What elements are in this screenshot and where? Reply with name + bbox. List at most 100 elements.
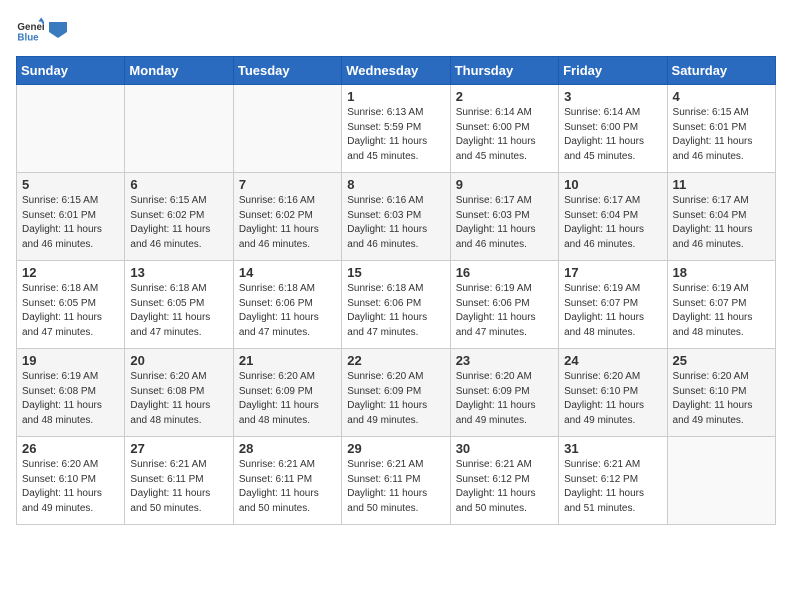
day-info: Sunrise: 6:20 AM Sunset: 6:09 PM Dayligh… [456,370,553,428]
day-info: Sunrise: 6:21 AM Sunset: 6:11 PM Dayligh… [239,458,336,516]
day-info: Sunrise: 6:20 AM Sunset: 6:09 PM Dayligh… [239,370,336,428]
calendar-cell: 24 Sunrise: 6:20 AM Sunset: 6:10 PM Dayli… [559,349,667,437]
calendar-cell: 31 Sunrise: 6:21 AM Sunset: 6:12 PM Dayli… [559,437,667,525]
calendar-cell: 23 Sunrise: 6:20 AM Sunset: 6:09 PM Dayli… [450,349,558,437]
day-number: 9 [456,177,553,192]
day-number: 30 [456,441,553,456]
day-info: Sunrise: 6:14 AM Sunset: 6:00 PM Dayligh… [456,106,553,164]
day-number: 10 [564,177,661,192]
day-info: Sunrise: 6:19 AM Sunset: 6:08 PM Dayligh… [22,370,119,428]
calendar-cell: 7 Sunrise: 6:16 AM Sunset: 6:02 PM Daylig… [233,173,341,261]
calendar-cell: 6 Sunrise: 6:15 AM Sunset: 6:02 PM Daylig… [125,173,233,261]
calendar-cell [233,85,341,173]
day-info: Sunrise: 6:18 AM Sunset: 6:05 PM Dayligh… [130,282,227,340]
day-number: 3 [564,89,661,104]
calendar-cell: 12 Sunrise: 6:18 AM Sunset: 6:05 PM Dayli… [17,261,125,349]
day-info: Sunrise: 6:18 AM Sunset: 6:06 PM Dayligh… [347,282,444,340]
day-info: Sunrise: 6:18 AM Sunset: 6:05 PM Dayligh… [22,282,119,340]
day-number: 31 [564,441,661,456]
day-info: Sunrise: 6:21 AM Sunset: 6:12 PM Dayligh… [456,458,553,516]
svg-text:General: General [17,22,44,33]
day-info: Sunrise: 6:15 AM Sunset: 6:01 PM Dayligh… [673,106,770,164]
day-number: 26 [22,441,119,456]
day-number: 19 [22,353,119,368]
calendar-cell: 11 Sunrise: 6:17 AM Sunset: 6:04 PM Dayli… [667,173,775,261]
calendar-week-3: 19 Sunrise: 6:19 AM Sunset: 6:08 PM Dayli… [17,349,776,437]
day-info: Sunrise: 6:17 AM Sunset: 6:04 PM Dayligh… [673,194,770,252]
weekday-header-sunday: Sunday [17,57,125,85]
day-info: Sunrise: 6:20 AM Sunset: 6:08 PM Dayligh… [130,370,227,428]
day-info: Sunrise: 6:20 AM Sunset: 6:10 PM Dayligh… [22,458,119,516]
calendar-cell: 30 Sunrise: 6:21 AM Sunset: 6:12 PM Dayli… [450,437,558,525]
logo-icon: General Blue [16,16,44,44]
day-info: Sunrise: 6:17 AM Sunset: 6:04 PM Dayligh… [564,194,661,252]
weekday-row: SundayMondayTuesdayWednesdayThursdayFrid… [17,57,776,85]
calendar-cell: 29 Sunrise: 6:21 AM Sunset: 6:11 PM Dayli… [342,437,450,525]
calendar-table: SundayMondayTuesdayWednesdayThursdayFrid… [16,56,776,525]
day-number: 20 [130,353,227,368]
calendar-header: SundayMondayTuesdayWednesdayThursdayFrid… [17,57,776,85]
day-number: 15 [347,265,444,280]
logo: General Blue [16,16,67,44]
calendar-cell [17,85,125,173]
day-info: Sunrise: 6:16 AM Sunset: 6:02 PM Dayligh… [239,194,336,252]
calendar-cell: 18Sunrise: 6:19 AM Sunset: 6:07 PM Dayli… [667,261,775,349]
calendar-cell [125,85,233,173]
svg-text:Blue: Blue [17,33,39,44]
weekday-header-wednesday: Wednesday [342,57,450,85]
calendar-cell: 2 Sunrise: 6:14 AM Sunset: 6:00 PM Daylig… [450,85,558,173]
day-info: Sunrise: 6:15 AM Sunset: 6:02 PM Dayligh… [130,194,227,252]
day-number: 2 [456,89,553,104]
calendar-cell: 10 Sunrise: 6:17 AM Sunset: 6:04 PM Dayli… [559,173,667,261]
calendar-cell: 26 Sunrise: 6:20 AM Sunset: 6:10 PM Dayli… [17,437,125,525]
calendar-week-2: 12 Sunrise: 6:18 AM Sunset: 6:05 PM Dayli… [17,261,776,349]
calendar-cell: 15 Sunrise: 6:18 AM Sunset: 6:06 PM Dayli… [342,261,450,349]
calendar-cell: 14Sunrise: 6:18 AM Sunset: 6:06 PM Dayli… [233,261,341,349]
weekday-header-thursday: Thursday [450,57,558,85]
day-info: Sunrise: 6:21 AM Sunset: 6:12 PM Dayligh… [564,458,661,516]
calendar-week-0: 1Sunrise: 6:13 AM Sunset: 5:59 PM Daylig… [17,85,776,173]
calendar-cell: 19 Sunrise: 6:19 AM Sunset: 6:08 PM Dayli… [17,349,125,437]
day-info: Sunrise: 6:20 AM Sunset: 6:10 PM Dayligh… [564,370,661,428]
day-number: 8 [347,177,444,192]
day-info: Sunrise: 6:20 AM Sunset: 6:10 PM Dayligh… [673,370,770,428]
day-number: 21 [239,353,336,368]
day-number: 14 [239,265,336,280]
day-number: 7 [239,177,336,192]
calendar-cell [667,437,775,525]
calendar-cell: 4Sunrise: 6:15 AM Sunset: 6:01 PM Daylig… [667,85,775,173]
page-header: General Blue [16,16,776,44]
day-number: 13 [130,265,227,280]
calendar-cell: 13 Sunrise: 6:18 AM Sunset: 6:05 PM Dayli… [125,261,233,349]
weekday-header-tuesday: Tuesday [233,57,341,85]
day-number: 25 [673,353,770,368]
day-number: 11 [673,177,770,192]
day-number: 5 [22,177,119,192]
day-info: Sunrise: 6:14 AM Sunset: 6:00 PM Dayligh… [564,106,661,164]
day-number: 23 [456,353,553,368]
day-number: 6 [130,177,227,192]
day-number: 22 [347,353,444,368]
day-number: 12 [22,265,119,280]
day-number: 24 [564,353,661,368]
calendar-cell: 3 Sunrise: 6:14 AM Sunset: 6:00 PM Daylig… [559,85,667,173]
day-number: 17 [564,265,661,280]
day-info: Sunrise: 6:15 AM Sunset: 6:01 PM Dayligh… [22,194,119,252]
calendar-cell: 1Sunrise: 6:13 AM Sunset: 5:59 PM Daylig… [342,85,450,173]
calendar-cell: 20 Sunrise: 6:20 AM Sunset: 6:08 PM Dayli… [125,349,233,437]
day-number: 29 [347,441,444,456]
day-info: Sunrise: 6:21 AM Sunset: 6:11 PM Dayligh… [347,458,444,516]
calendar-cell: 27Sunrise: 6:21 AM Sunset: 6:11 PM Dayli… [125,437,233,525]
day-number: 27 [130,441,227,456]
day-info: Sunrise: 6:19 AM Sunset: 6:07 PM Dayligh… [564,282,661,340]
day-info: Sunrise: 6:17 AM Sunset: 6:03 PM Dayligh… [456,194,553,252]
day-info: Sunrise: 6:20 AM Sunset: 6:09 PM Dayligh… [347,370,444,428]
logo-arrow-icon [49,22,67,38]
calendar-cell: 25 Sunrise: 6:20 AM Sunset: 6:10 PM Dayli… [667,349,775,437]
calendar-week-4: 26 Sunrise: 6:20 AM Sunset: 6:10 PM Dayli… [17,437,776,525]
calendar-cell: 28Sunrise: 6:21 AM Sunset: 6:11 PM Dayli… [233,437,341,525]
day-number: 18 [673,265,770,280]
calendar-body: 1Sunrise: 6:13 AM Sunset: 5:59 PM Daylig… [17,85,776,525]
day-info: Sunrise: 6:16 AM Sunset: 6:03 PM Dayligh… [347,194,444,252]
calendar-cell: 17 Sunrise: 6:19 AM Sunset: 6:07 PM Dayli… [559,261,667,349]
